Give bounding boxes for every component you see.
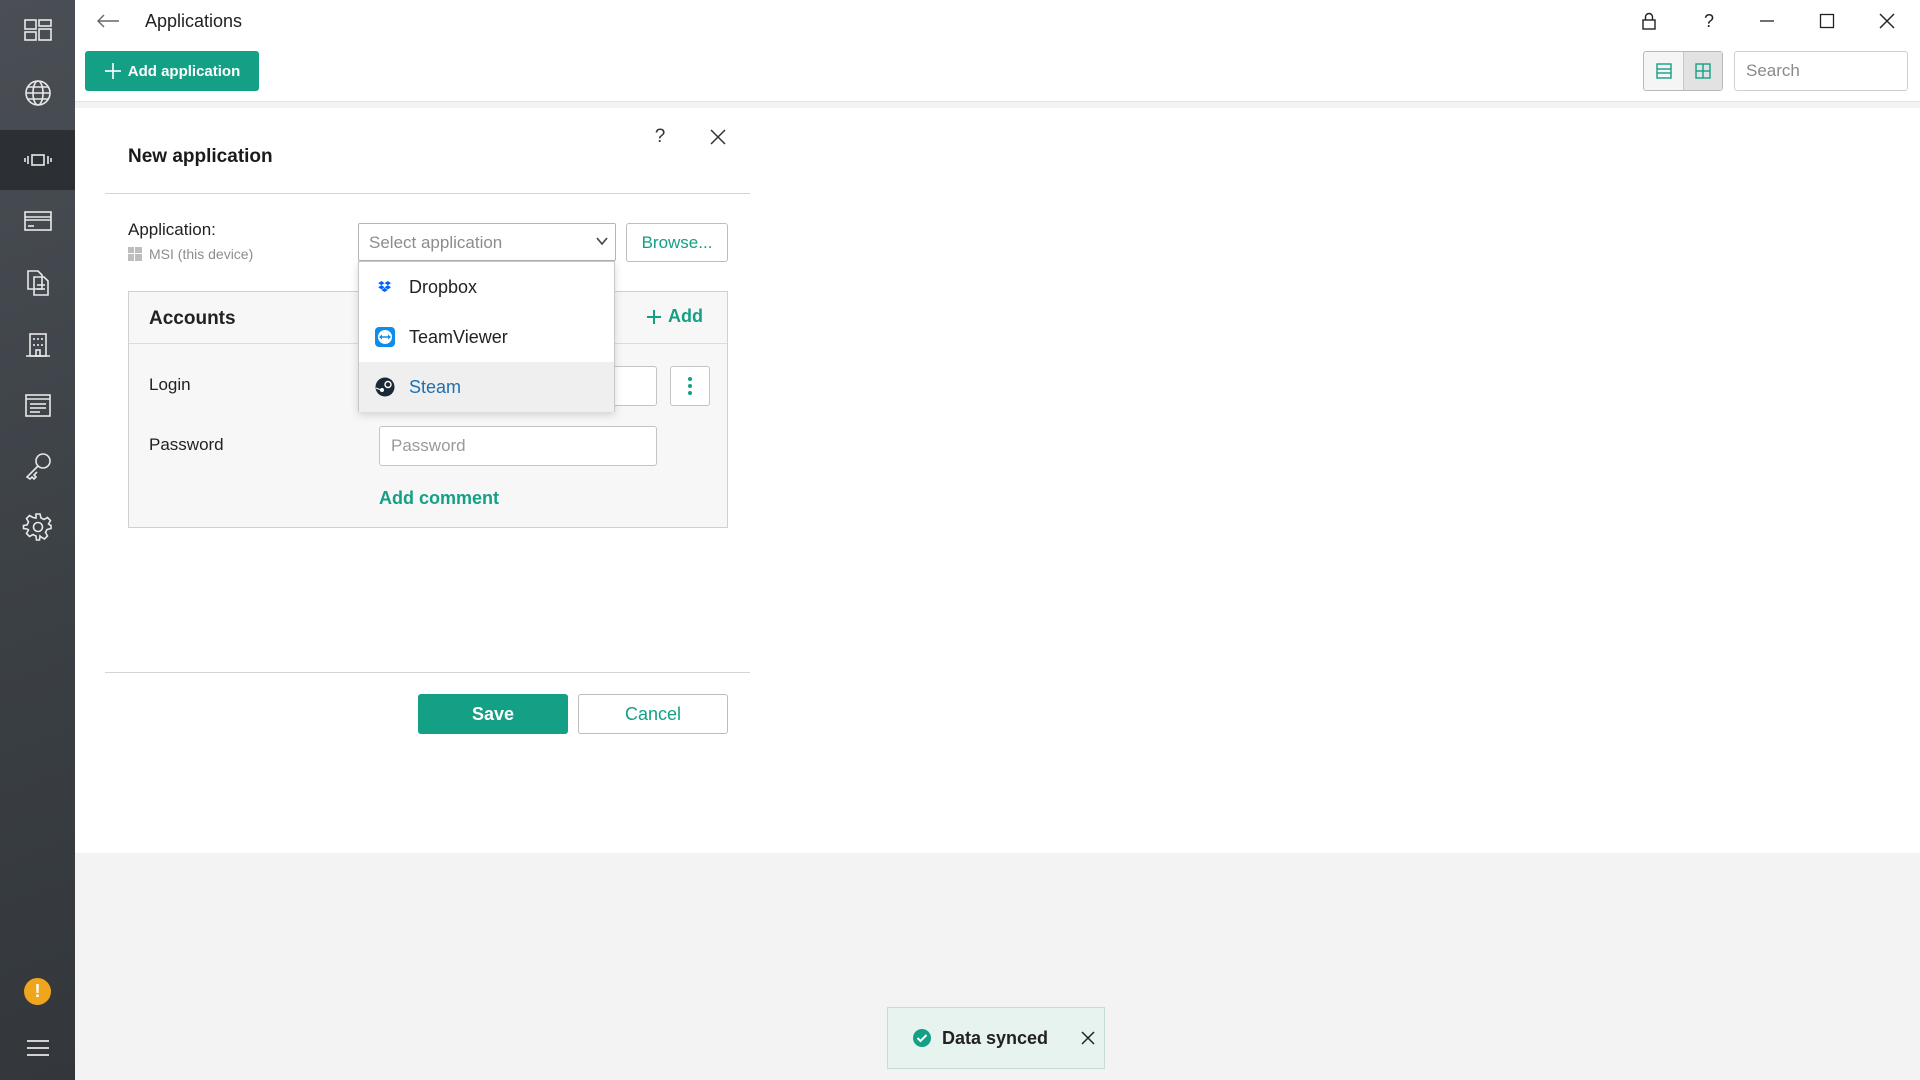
list-view-icon[interactable] xyxy=(1644,52,1683,90)
dropbox-icon xyxy=(378,281,391,293)
lock-icon[interactable] xyxy=(1625,4,1673,38)
sidebar: ! xyxy=(0,0,75,1080)
close-icon[interactable] xyxy=(703,122,733,152)
help-button[interactable]: ? xyxy=(1685,4,1733,38)
title-bar: Applications ? xyxy=(75,0,1920,42)
globe-icon[interactable] xyxy=(0,63,75,123)
notes-icon[interactable] xyxy=(0,375,75,435)
sync-toast: Data synced xyxy=(887,1007,1105,1069)
add-account-label: Add xyxy=(668,306,703,326)
view-toggle xyxy=(1643,51,1723,91)
cancel-button[interactable]: Cancel xyxy=(578,694,728,734)
password-label: Password xyxy=(149,435,224,454)
close-icon[interactable] xyxy=(1076,1026,1100,1050)
warning-icon[interactable]: ! xyxy=(24,978,51,1005)
gear-icon[interactable] xyxy=(0,497,75,557)
close-window-icon[interactable] xyxy=(1863,4,1911,38)
new-application-dialog: New application ? Application: MSI (this… xyxy=(105,108,750,853)
divider xyxy=(105,672,750,673)
devices-icon[interactable] xyxy=(0,130,75,190)
dropdown-option-steam[interactable]: Steam xyxy=(359,362,614,412)
save-button[interactable]: Save xyxy=(418,694,568,734)
device-info: MSI (this device) xyxy=(128,246,253,262)
documents-icon[interactable] xyxy=(0,253,75,313)
windows-icon xyxy=(128,247,142,261)
card-icon[interactable] xyxy=(0,191,75,251)
login-label: Login xyxy=(149,375,191,394)
browse-button[interactable]: Browse... xyxy=(626,223,728,262)
application-label: Application: xyxy=(128,220,216,239)
toast-message: Data synced xyxy=(942,1027,1049,1048)
check-circle-icon xyxy=(913,1029,931,1047)
main-panel: New application ? Application: MSI (this… xyxy=(75,108,1920,853)
device-label: MSI (this device) xyxy=(149,246,254,262)
dropdown-option-label: TeamViewer xyxy=(409,326,508,347)
plus-icon xyxy=(647,309,661,324)
dialog-help-button[interactable]: ? xyxy=(645,122,675,152)
application-dropdown: Dropbox TeamViewer Steam xyxy=(358,261,615,412)
more-options-icon[interactable] xyxy=(670,366,710,406)
dropdown-option-dropbox[interactable]: Dropbox xyxy=(359,262,614,312)
building-icon[interactable] xyxy=(0,314,75,374)
hamburger-menu-icon[interactable] xyxy=(0,1018,75,1078)
plus-icon xyxy=(104,63,121,79)
accounts-title: Accounts xyxy=(149,308,236,329)
add-account-button[interactable]: Add xyxy=(646,306,703,327)
dialog-title: New application xyxy=(128,146,273,167)
search-input[interactable] xyxy=(1734,51,1908,91)
password-field[interactable] xyxy=(379,426,657,466)
add-application-button[interactable]: Add application xyxy=(85,51,259,91)
grid-view-icon[interactable] xyxy=(1683,52,1722,90)
minimize-icon[interactable] xyxy=(1743,4,1791,38)
toolbar: Add application xyxy=(75,42,1920,102)
window-title: Applications xyxy=(145,11,243,31)
dropdown-option-label: Dropbox xyxy=(409,276,478,297)
chevron-down-icon xyxy=(596,237,608,246)
dropdown-option-label: Steam xyxy=(409,376,462,397)
select-placeholder: Select application xyxy=(369,233,503,252)
add-application-label: Add application xyxy=(127,62,241,80)
dropdown-option-teamviewer[interactable]: TeamViewer xyxy=(359,312,614,362)
maximize-icon[interactable] xyxy=(1803,4,1851,38)
back-arrow-icon[interactable] xyxy=(93,8,123,34)
dashboard-icon[interactable] xyxy=(0,0,75,60)
application-select[interactable]: Select application xyxy=(358,223,616,261)
steam-icon xyxy=(375,377,395,397)
teamviewer-icon xyxy=(375,327,395,347)
divider xyxy=(105,193,750,194)
add-comment-link[interactable]: Add comment xyxy=(379,488,499,509)
key-icon[interactable] xyxy=(0,436,75,496)
